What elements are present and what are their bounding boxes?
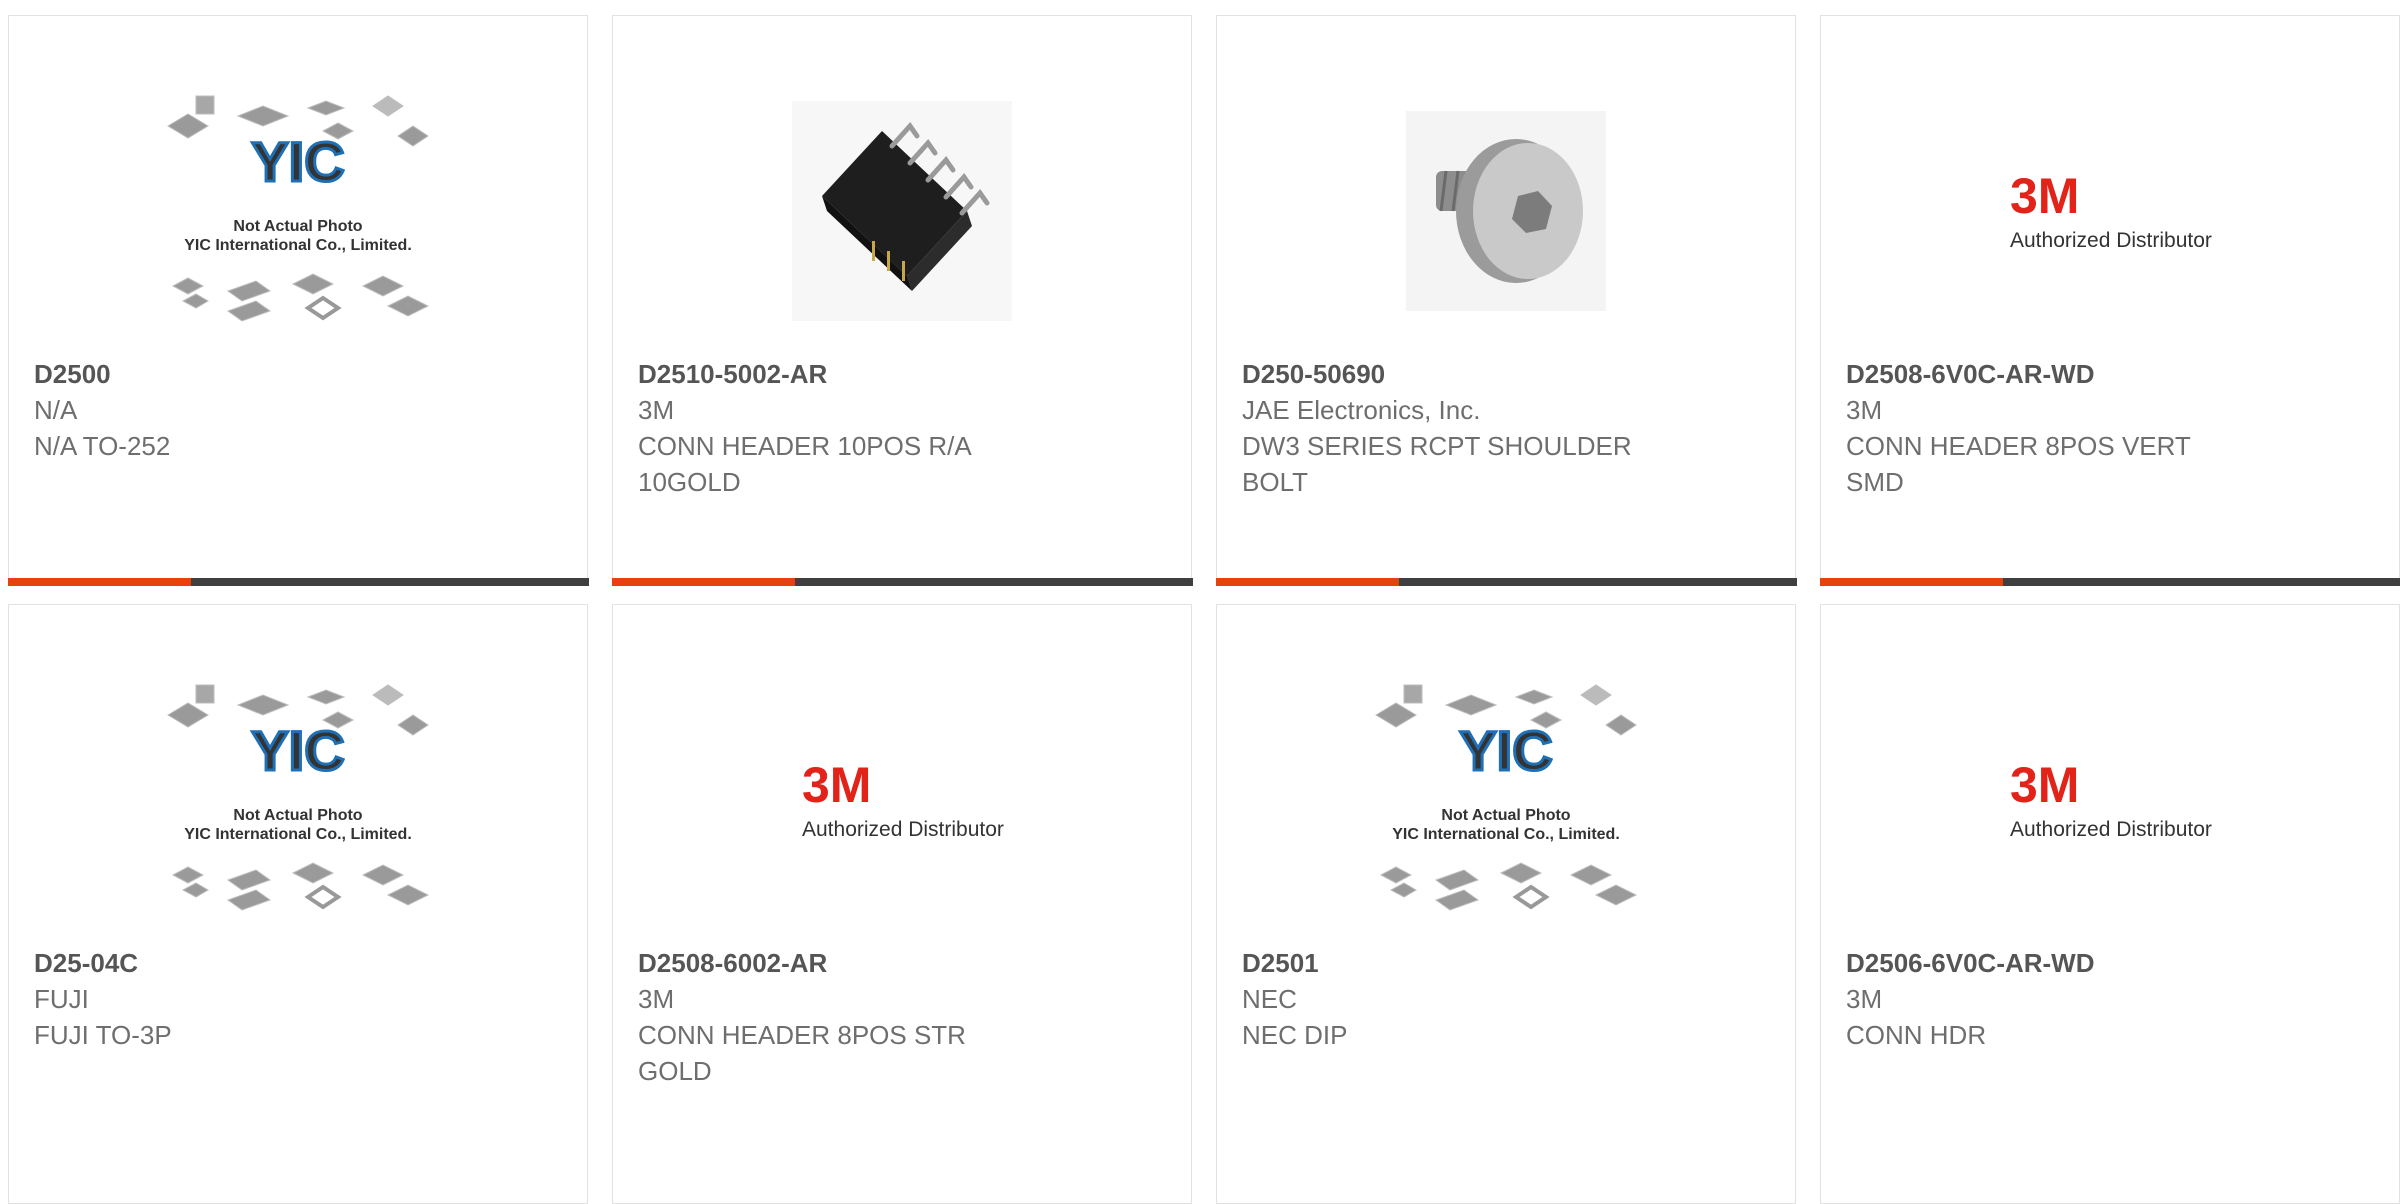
3m-logo: 3M xyxy=(2010,168,2079,224)
product-card[interactable]: 3M Authorized Distributor D2508-6V0C-AR-… xyxy=(1820,15,2400,585)
part-number-link[interactable]: D250-50690 xyxy=(1242,356,1770,392)
manufacturer-name: NEC xyxy=(1242,981,1770,1017)
product-card[interactable]: D2510-5002-AR 3M CONN HEADER 10POS R/A 1… xyxy=(612,15,1192,585)
product-card[interactable]: YIC Not Actual Photo YIC International C… xyxy=(1216,604,1796,1204)
product-image-yic[interactable]: YIC Not Actual Photo YIC International C… xyxy=(1217,665,1795,935)
yic-note: Not Actual Photo xyxy=(1441,807,1570,824)
manufacturer-name: 3M xyxy=(638,392,1166,428)
product-card[interactable]: D250-50690 JAE Electronics, Inc. DW3 SER… xyxy=(1216,15,1796,585)
manufacturer-name: JAE Electronics, Inc. xyxy=(1242,392,1770,428)
manufacturer-name: 3M xyxy=(1846,981,2374,1017)
product-description: CONN HDR xyxy=(1846,1017,2246,1053)
product-card[interactable]: YIC Not Actual Photo YIC International C… xyxy=(8,15,588,585)
card-footer-bar xyxy=(612,578,1193,586)
card-accent xyxy=(8,578,191,586)
product-image-3m[interactable]: 3M Authorized Distributor xyxy=(1821,665,2399,935)
part-number-link[interactable]: D2510-5002-AR xyxy=(638,356,1166,392)
product-image-header[interactable] xyxy=(613,76,1191,346)
card-accent xyxy=(1820,578,2003,586)
card-footer-bar xyxy=(1820,578,2400,586)
3m-tagline: Authorized Distributor xyxy=(2010,818,2212,841)
product-grid: YIC Not Actual Photo YIC International C… xyxy=(0,0,2400,1167)
manufacturer-name: N/A xyxy=(34,392,562,428)
yic-company: YIC International Co., Limited. xyxy=(1392,826,1620,843)
yic-note: Not Actual Photo xyxy=(233,807,362,824)
product-description: N/A TO-252 xyxy=(34,428,434,464)
card-accent xyxy=(612,578,795,586)
product-image-yic[interactable]: YIC Not Actual Photo YIC International C… xyxy=(9,76,587,346)
yic-logo: YIC xyxy=(1459,719,1552,782)
product-card[interactable]: 3M Authorized Distributor D2506-6V0C-AR-… xyxy=(1820,604,2400,1204)
product-image-yic[interactable]: YIC Not Actual Photo YIC International C… xyxy=(9,665,587,935)
part-number-link[interactable]: D2508-6002-AR xyxy=(638,945,1166,981)
manufacturer-name: 3M xyxy=(1846,392,2374,428)
3m-tagline: Authorized Distributor xyxy=(802,818,1004,841)
product-image-3m[interactable]: 3M Authorized Distributor xyxy=(1821,76,2399,346)
product-description: NEC DIP xyxy=(1242,1017,1642,1053)
yic-note: Not Actual Photo xyxy=(233,218,362,235)
card-accent xyxy=(1216,578,1399,586)
product-card[interactable]: YIC Not Actual Photo YIC International C… xyxy=(8,604,588,1204)
yic-company: YIC International Co., Limited. xyxy=(184,237,412,254)
product-description: CONN HEADER 10POS R/A 10GOLD xyxy=(638,428,1038,500)
product-card[interactable]: 3M Authorized Distributor D2508-6002-AR … xyxy=(612,604,1192,1204)
manufacturer-name: 3M xyxy=(638,981,1166,1017)
product-image-bolt[interactable] xyxy=(1217,76,1795,346)
part-number-link[interactable]: D2500 xyxy=(34,356,562,392)
part-number-link[interactable]: D2508-6V0C-AR-WD xyxy=(1846,356,2374,392)
part-number-link[interactable]: D25-04C xyxy=(34,945,562,981)
part-number-link[interactable]: D2501 xyxy=(1242,945,1770,981)
yic-logo: YIC xyxy=(251,130,344,193)
card-footer-bar xyxy=(8,578,589,586)
3m-logo: 3M xyxy=(802,757,871,813)
product-image-3m[interactable]: 3M Authorized Distributor xyxy=(613,665,1191,935)
part-number-link[interactable]: D2506-6V0C-AR-WD xyxy=(1846,945,2374,981)
yic-company: YIC International Co., Limited. xyxy=(184,826,412,843)
card-footer-bar xyxy=(1216,578,1797,586)
3m-logo: 3M xyxy=(2010,757,2079,813)
3m-tagline: Authorized Distributor xyxy=(2010,229,2212,252)
manufacturer-name: FUJI xyxy=(34,981,562,1017)
yic-logo: YIC xyxy=(251,719,344,782)
product-description: FUJI TO-3P xyxy=(34,1017,434,1053)
product-description: CONN HEADER 8POS STR GOLD xyxy=(638,1017,1038,1089)
product-description: CONN HEADER 8POS VERT SMD xyxy=(1846,428,2246,500)
product-description: DW3 SERIES RCPT SHOULDER BOLT xyxy=(1242,428,1642,500)
